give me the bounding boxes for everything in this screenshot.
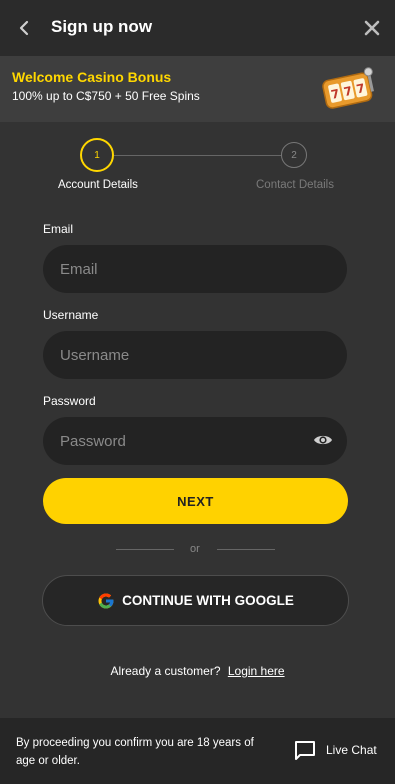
divider-right bbox=[217, 549, 275, 550]
footer: By proceeding you confirm you are 18 yea… bbox=[0, 718, 395, 784]
step-1-label: Account Details bbox=[58, 179, 138, 191]
live-chat-button[interactable]: Live Chat bbox=[294, 740, 377, 760]
continue-with-google-button[interactable]: CONTINUE WITH GOOGLE bbox=[42, 575, 349, 626]
slot-machine-icon: 7 7 7 bbox=[322, 67, 374, 109]
login-prompt-text: Already a customer? bbox=[110, 664, 221, 678]
email-field[interactable] bbox=[43, 245, 347, 293]
chevron-left-icon[interactable] bbox=[12, 16, 36, 40]
bonus-title: Welcome Casino Bonus bbox=[12, 69, 172, 85]
divider-left bbox=[116, 549, 174, 550]
bonus-banner: Welcome Casino Bonus 100% up to C$750 + … bbox=[0, 56, 395, 122]
step-2-label: Contact Details bbox=[256, 179, 334, 191]
stepper-line bbox=[114, 155, 281, 156]
chat-bubble-icon bbox=[295, 741, 315, 760]
password-field[interactable] bbox=[43, 417, 347, 465]
username-label: Username bbox=[43, 308, 99, 322]
login-prompt: Already a customer? Login here bbox=[0, 664, 395, 678]
username-field[interactable] bbox=[43, 331, 347, 379]
close-icon[interactable] bbox=[362, 18, 382, 38]
login-link[interactable]: Login here bbox=[228, 664, 285, 678]
email-label: Email bbox=[43, 222, 74, 236]
next-button[interactable]: NEXT bbox=[43, 478, 348, 524]
google-icon bbox=[98, 593, 114, 608]
password-label: Password bbox=[43, 394, 96, 408]
step-2-circle: 2 bbox=[281, 142, 307, 168]
or-divider-text: or bbox=[190, 543, 200, 555]
page-title: Sign up now bbox=[51, 17, 153, 36]
google-button-label: CONTINUE WITH GOOGLE bbox=[122, 593, 294, 608]
bonus-subtitle: 100% up to C$750 + 50 Free Spins bbox=[12, 89, 200, 103]
header: Sign up now bbox=[0, 0, 395, 56]
eye-icon[interactable] bbox=[313, 432, 333, 448]
step-1-circle: 1 bbox=[80, 138, 114, 172]
live-chat-label: Live Chat bbox=[326, 743, 377, 757]
age-disclaimer: By proceeding you confirm you are 18 yea… bbox=[16, 737, 254, 767]
